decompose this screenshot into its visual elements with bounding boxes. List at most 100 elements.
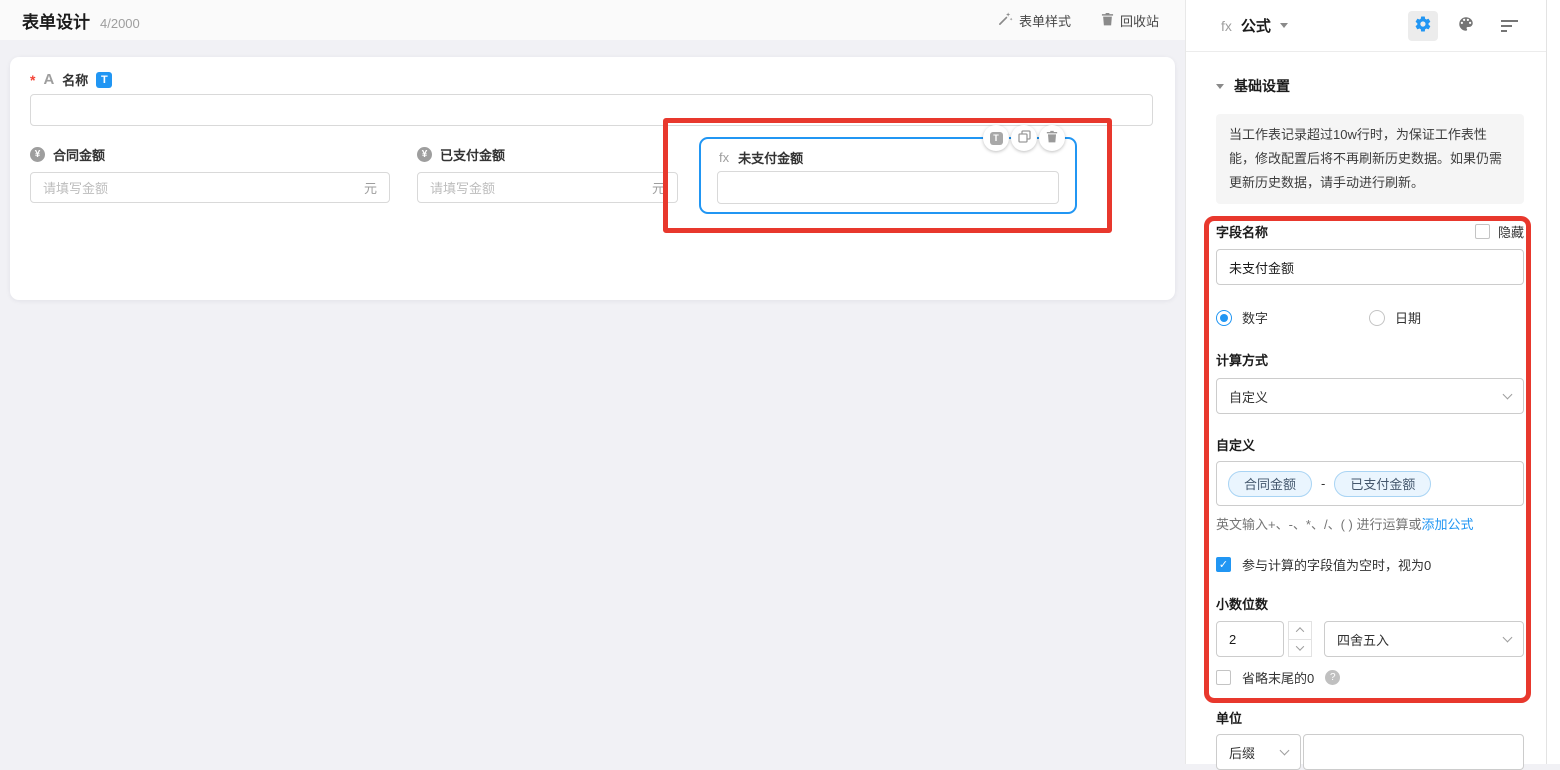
currency-icon: ¥ <box>417 147 432 162</box>
name-field-input[interactable] <box>30 94 1153 126</box>
contract-amount-input[interactable]: 请填写金额 元 <box>30 172 390 203</box>
paid-amount-input[interactable]: 请填写金额 元 <box>417 172 678 203</box>
magic-wand-icon <box>998 11 1013 29</box>
chevron-down-icon <box>1502 389 1513 400</box>
currency-icon: ¥ <box>30 147 45 162</box>
fx-icon: fx <box>719 150 730 165</box>
add-formula-link[interactable]: 添加公式 <box>1421 517 1473 532</box>
field-settings-panel: fx 公式 基础设置 当工作表记录超过10w行时，为保证工作表性能，修改配置后将… <box>1185 0 1560 770</box>
form-style-label: 表单样式 <box>1018 13 1071 29</box>
performance-notice: 当工作表记录超过10w行时，为保证工作表性能，修改配置后将不再刷新历史数据。如果… <box>1216 114 1524 204</box>
paid-amount-placeholder: 请填写金额 <box>430 181 496 196</box>
formula-chip-paid-amount[interactable]: 已支付金额 <box>1334 470 1432 497</box>
calc-method-select[interactable]: 自定义 <box>1216 378 1524 414</box>
trash-icon <box>1101 12 1114 29</box>
paid-amount-label-row: ¥ 已支付金额 <box>417 145 505 164</box>
required-asterisk: * <box>30 71 36 88</box>
empty-as-zero-checkbox-row[interactable]: ✓ 参与计算的字段值为空时，视为0 <box>1216 555 1431 574</box>
chevron-down-icon <box>1279 23 1288 28</box>
unit-position-value: 后缀 <box>1229 745 1256 761</box>
contract-amount-placeholder: 请填写金额 <box>43 181 109 196</box>
copy-field-button[interactable] <box>1011 125 1037 151</box>
help-icon[interactable]: ? <box>1325 670 1341 685</box>
contract-amount-suffix: 元 <box>363 181 377 196</box>
field-title-button[interactable]: T <box>983 125 1009 151</box>
omit-trailing-zero-checkbox[interactable] <box>1216 670 1231 685</box>
formula-operator: - <box>1321 476 1326 491</box>
date-radio[interactable] <box>1369 309 1385 326</box>
field-name-label: 字段名称 <box>1216 225 1269 240</box>
unpaid-amount-field-selected[interactable]: T fx 未支付金额 <box>699 125 1077 214</box>
number-radio[interactable] <box>1216 309 1232 326</box>
calc-method-value: 自定义 <box>1229 389 1269 405</box>
unit-label: 单位 <box>1216 711 1243 726</box>
basic-settings-section-toggle[interactable]: 基础设置 <box>1216 76 1290 96</box>
contract-amount-label: 合同金额 <box>53 148 106 163</box>
text-field-icon: A <box>43 71 55 88</box>
custom-formula-label: 自定义 <box>1216 438 1256 453</box>
field-action-buttons: T <box>983 125 1065 151</box>
field-type-dropdown[interactable]: fx 公式 <box>1221 15 1288 36</box>
decimal-places-input[interactable] <box>1216 621 1284 657</box>
field-name-input[interactable] <box>1216 249 1524 285</box>
hide-checkbox[interactable] <box>1474 224 1490 239</box>
panel-scrollbar-track[interactable] <box>1546 0 1547 764</box>
field-type-title: 公式 <box>1240 18 1271 35</box>
number-radio-label: 数字 <box>1242 311 1269 326</box>
formula-hint-text: 英文输入+、-、*、/、( ) 进行运算或 <box>1216 517 1422 532</box>
field-count: 4/2000 <box>100 15 140 31</box>
chevron-down-icon <box>1279 745 1290 756</box>
title-badge-icon: T <box>96 71 113 88</box>
trash-icon <box>1046 130 1058 146</box>
paid-amount-suffix: 元 <box>651 181 665 196</box>
chevron-down-icon <box>1295 642 1305 651</box>
settings-tab-button[interactable] <box>1408 10 1438 41</box>
style-tab-button[interactable] <box>1451 11 1481 41</box>
basic-settings-title: 基础设置 <box>1234 78 1290 94</box>
decimal-places-label: 小数位数 <box>1216 597 1269 612</box>
recycle-bin-label: 回收站 <box>1119 13 1159 29</box>
align-lines-icon <box>1500 17 1518 35</box>
panel-header: fx 公式 <box>1186 0 1546 52</box>
form-style-button[interactable]: 表单样式 <box>998 11 1071 30</box>
formula-editor[interactable]: 合同金额 - 已支付金额 <box>1216 461 1524 506</box>
chevron-up-icon <box>1295 627 1305 636</box>
stepper-down-button[interactable] <box>1288 639 1312 657</box>
calc-method-label: 计算方式 <box>1216 353 1269 368</box>
name-field-label: 名称 <box>62 73 89 88</box>
logic-tab-button[interactable] <box>1494 11 1524 41</box>
type-number-radio-row[interactable]: 数字 <box>1216 308 1369 327</box>
unpaid-amount-input[interactable] <box>717 171 1059 204</box>
collapse-triangle-icon <box>1216 83 1224 89</box>
omit-trailing-zero-row[interactable]: 省略末尾的0 ? <box>1216 668 1341 687</box>
empty-as-zero-checkbox[interactable]: ✓ <box>1216 557 1231 572</box>
empty-as-zero-label: 参与计算的字段值为空时，视为0 <box>1242 558 1432 573</box>
paid-amount-label: 已支付金额 <box>440 148 506 163</box>
form-canvas: * A 名称 T ¥ 合同金额 请填写金额 元 ¥ 已支付金额 请填写金额 元 … <box>10 57 1175 300</box>
formula-chip-contract-amount[interactable]: 合同金额 <box>1228 470 1313 497</box>
title-icon: T <box>989 131 1003 145</box>
chevron-down-icon <box>1502 632 1513 643</box>
page-title: 表单设计 <box>22 12 90 32</box>
decimal-stepper <box>1288 621 1312 657</box>
rounding-value: 四舍五入 <box>1337 632 1390 648</box>
recycle-bin-button[interactable]: 回收站 <box>1101 11 1159 30</box>
rounding-select[interactable]: 四舍五入 <box>1324 621 1524 657</box>
formula-hint-row: 英文输入+、-、*、/、( ) 进行运算或添加公式 <box>1216 514 1474 533</box>
gear-icon <box>1414 15 1432 36</box>
hide-field-checkbox-row[interactable]: 隐藏 <box>1474 222 1524 241</box>
stepper-up-button[interactable] <box>1288 621 1312 640</box>
unpaid-amount-label-row: fx 未支付金额 <box>719 148 803 167</box>
unpaid-amount-label: 未支付金额 <box>738 151 804 166</box>
delete-field-button[interactable] <box>1039 125 1065 151</box>
copy-icon <box>1017 130 1031 146</box>
form-design-topbar: 表单设计 4/2000 表单样式 回收站 <box>0 0 1185 40</box>
omit-trailing-zero-label: 省略末尾的0 <box>1242 671 1315 686</box>
unit-position-select[interactable]: 后缀 <box>1216 734 1301 770</box>
name-field-label-row: * A 名称 T <box>30 70 113 89</box>
type-date-radio-row[interactable]: 日期 <box>1369 308 1421 327</box>
unit-text-input[interactable] <box>1303 734 1524 770</box>
contract-amount-label-row: ¥ 合同金额 <box>30 145 105 164</box>
palette-icon <box>1457 15 1475 36</box>
fx-icon: fx <box>1221 17 1232 34</box>
